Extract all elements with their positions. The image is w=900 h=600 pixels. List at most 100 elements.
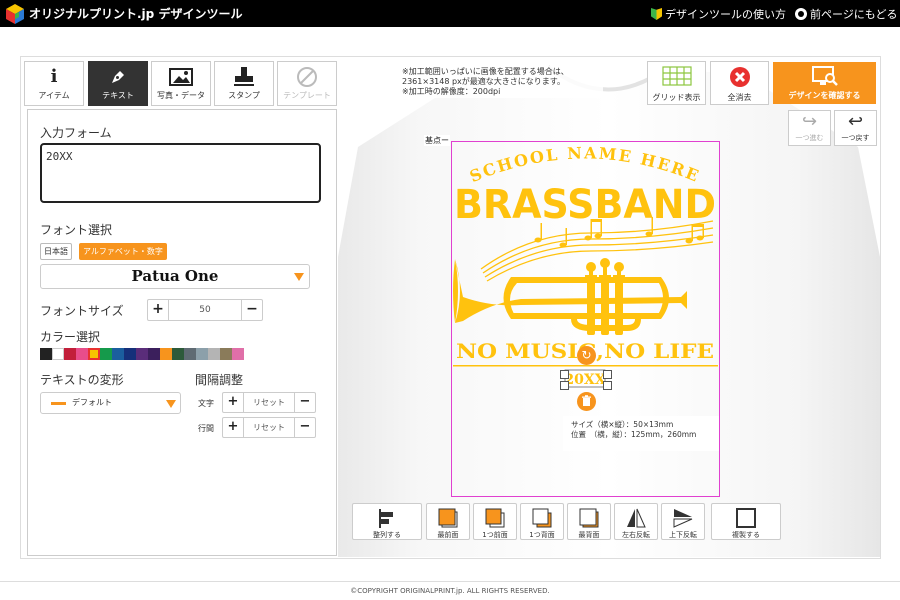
confirm-design-button[interactable]: デザインを確認する [773,62,876,104]
send-backward-label: 1つ背面 [529,531,555,539]
size-position-info: サイズ（横×縦）：50×13mm 位置 （横，縦）：125mm，260mm [563,416,719,451]
grid-toggle-button[interactable]: グリッド表示 [647,61,706,105]
note-line-3: ※加工時の解像度：200dpi [402,87,501,96]
layer-forward-icon [474,504,516,530]
resize-handle-bottom-left[interactable] [560,381,569,390]
bring-to-front-label: 最前面 [437,531,459,539]
send-to-back-button[interactable]: 最背面 [567,503,611,540]
char-spacing-label: 文字 [198,399,214,408]
trash-icon[interactable] [577,392,596,411]
line-reset-button[interactable]: リセット [243,418,295,437]
color-swatch[interactable] [172,348,184,360]
text-input[interactable]: 20XX [40,143,321,203]
resize-handle-top-left[interactable] [560,370,569,379]
redo-button[interactable]: ↪ 一つ進む [788,110,831,146]
color-swatch[interactable] [40,348,52,360]
brassband-title: BRASSBAND [454,182,716,228]
color-swatch[interactable] [208,348,220,360]
font-tab-japanese[interactable]: 日本語 [40,243,72,260]
layer-backward-icon [521,504,563,530]
music-staff [480,220,714,282]
tab-photo[interactable]: 写真・データ [151,61,211,106]
color-swatch[interactable] [160,348,172,360]
howto-label: デザインツールの使い方 [665,8,786,21]
bring-forward-button[interactable]: 1つ前面 [473,503,517,540]
confirm-design-label: デザインを確認する [788,91,861,100]
top-bar: オリジナルプリント.jp デザインツール デザインツールの使い方 前ページにもど… [0,0,900,27]
duplicate-icon [712,504,780,530]
note-line-2: 2361×3148 pxが最適な大きさになります。 [402,77,565,86]
tab-item[interactable]: i アイテム [24,61,84,106]
year-text[interactable]: 20XX [564,372,605,388]
back-label: 前ページにもどる [810,8,898,21]
size-value[interactable]: 50 [168,300,242,320]
clear-all-button[interactable]: 全消去 [710,61,769,105]
circle-back-icon [795,8,807,20]
tab-item-label: アイテム [38,91,70,100]
tab-stamp[interactable]: スタンプ [214,61,274,106]
size-info-text: サイズ（横×縦）：50×13mm [571,420,674,429]
text-transform-label: テキストの変形 [40,373,124,387]
color-swatch[interactable] [196,348,208,360]
monitor-search-icon [773,62,876,90]
bring-to-front-button[interactable]: 最前面 [426,503,470,540]
char-minus-button[interactable]: − [295,393,315,412]
chevron-down-icon [294,273,304,281]
school-name-text: SCHOOL NAME HERE [467,143,703,186]
rotate-icon[interactable]: ↻ [577,346,596,365]
char-plus-button[interactable]: + [223,393,243,412]
spacing-label: 間隔調整 [195,373,244,387]
color-swatch[interactable] [232,348,244,360]
undo-button[interactable]: ↩ 一つ戻す [834,110,877,146]
color-swatch[interactable] [88,348,100,360]
clear-all-label: 全消去 [727,93,752,102]
font-size-label: フォントサイズ [40,304,124,318]
tab-text[interactable]: テキスト [88,61,148,106]
resize-handle-top-right[interactable] [603,370,612,379]
duplicate-button[interactable]: 複製する [711,503,781,540]
line-plus-button[interactable]: + [223,418,243,437]
back-link[interactable]: 前ページにもどる [795,6,898,22]
char-reset-button[interactable]: リセット [243,393,295,412]
color-swatch[interactable] [220,348,232,360]
tab-photo-label: 写真・データ [157,91,205,100]
grid-icon [648,62,705,92]
color-swatch[interactable] [76,348,88,360]
redo-icon: ↪ [801,111,818,132]
char-spacing-stepper: + リセット − [222,392,316,413]
color-swatch[interactable] [124,348,136,360]
font-select[interactable]: Patua One [40,264,310,289]
send-to-back-label: 最背面 [578,531,600,539]
color-swatch[interactable] [112,348,124,360]
note-line-1: ※加工範囲いっぱいに画像を配置する場合は、 [402,67,569,76]
color-swatch[interactable] [184,348,196,360]
flip-horizontal-button[interactable]: 左右反転 [614,503,658,540]
color-swatch[interactable] [52,348,64,360]
size-plus-button[interactable]: + [148,300,168,320]
font-size-stepper: + 50 − [147,299,263,321]
color-select-label: カラー選択 [40,330,101,344]
layer-front-icon [427,504,469,530]
tab-template[interactable]: テンプレート [277,61,337,106]
send-backward-button[interactable]: 1つ背面 [520,503,564,540]
font-tab-alphanumeric[interactable]: アルファベット・数字 [79,243,167,260]
transform-select[interactable]: デフォルト [40,392,181,414]
color-swatch[interactable] [64,348,76,360]
layer-back-icon [568,504,610,530]
flip-vertical-button[interactable]: 上下反転 [661,503,705,540]
size-minus-button[interactable]: − [242,300,262,320]
template-icon [278,62,336,90]
line-spacing-stepper: + リセット − [222,417,316,438]
color-swatch[interactable] [100,348,112,360]
color-swatch[interactable] [136,348,148,360]
line-minus-button[interactable]: − [295,418,315,437]
resize-handle-bottom-right[interactable] [603,381,612,390]
divider-line [453,365,718,367]
align-left-icon [353,504,421,530]
info-icon: i [50,66,58,87]
align-button[interactable]: 整列する [352,503,422,540]
color-swatch[interactable] [148,348,160,360]
logo-icon [6,4,24,24]
grid-label: グリッド表示 [652,93,701,102]
howto-link[interactable]: デザインツールの使い方 [651,6,786,22]
